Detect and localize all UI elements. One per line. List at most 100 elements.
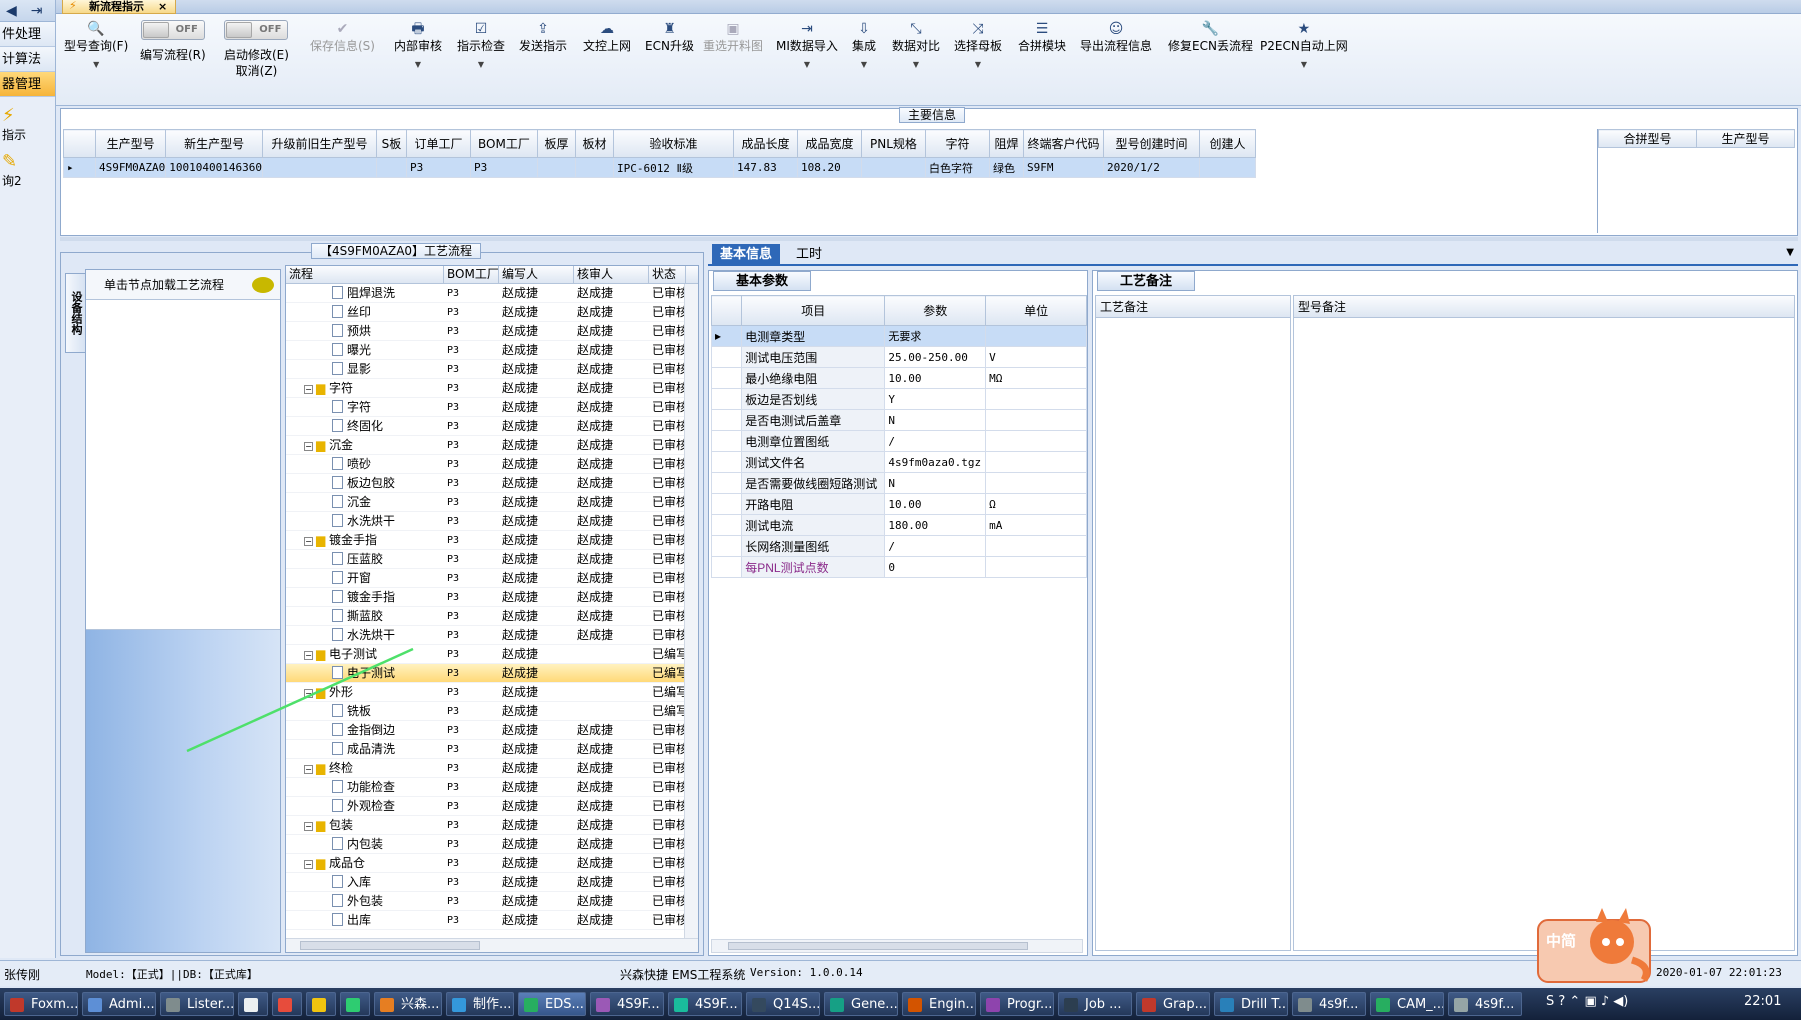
login-arrow-icon[interactable]: ⇥ (31, 3, 43, 19)
main-col-header[interactable]: 阻焊 (988, 129, 1024, 158)
main-cell[interactable]: 2020/1/2 (1102, 157, 1200, 178)
tree-group-node[interactable]: − ▆ 沉金 (304, 436, 353, 454)
taskbar-item[interactable]: Engin... (902, 992, 976, 1016)
tree-group-node[interactable]: − ▆ 字符 (304, 379, 353, 397)
param-row[interactable]: 测试文件名 4s9fm0aza0.tgz (710, 451, 1087, 473)
tree-row[interactable]: 丝印 P3 赵成捷 赵成捷 已审核 (286, 303, 698, 322)
taskbar-item[interactable]: CAM_... (1370, 992, 1444, 1016)
taskbar-item[interactable]: Q14S... (746, 992, 820, 1016)
main-col-header[interactable]: 验收标准 (612, 129, 734, 158)
main-cell[interactable] (261, 157, 377, 178)
main-col-header[interactable]: 板材 (574, 129, 614, 158)
tree-row[interactable]: 出库 P3 赵成捷 赵成捷 已审核 (286, 911, 698, 930)
tree-row[interactable]: 开窗 P3 赵成捷 赵成捷 已审核 (286, 569, 698, 588)
chevron-down-icon[interactable]: ▼ (394, 60, 442, 69)
select-mother-board-button[interactable]: ⤨ 选择母板 ▼ (954, 20, 1002, 69)
panel-splitter[interactable] (60, 237, 1798, 241)
tree-leaf-node[interactable]: 沉金 (332, 493, 371, 511)
tree-row[interactable]: 水洗烘干 P3 赵成捷 赵成捷 已审核 (286, 512, 698, 531)
tree-row[interactable]: 内包装 P3 赵成捷 赵成捷 已审核 (286, 835, 698, 854)
tree-leaf-node[interactable]: 阻焊退洗 (332, 284, 395, 302)
param-value[interactable]: N (884, 472, 987, 494)
tree-row[interactable]: 外观检查 P3 赵成捷 赵成捷 已审核 (286, 797, 698, 816)
tree-leaf-node[interactable]: 内包装 (332, 835, 383, 853)
row-selector[interactable] (710, 367, 743, 389)
main-col-header[interactable]: 字符 (924, 129, 990, 158)
collapse-icon[interactable]: − (304, 442, 313, 451)
main-cell[interactable] (375, 157, 407, 178)
tree-row[interactable]: − ▆ 包装 P3 赵成捷 赵成捷 已审核 (286, 816, 698, 835)
main-col-header[interactable]: 创建人 (1198, 129, 1256, 158)
main-col-header[interactable]: 成品宽度 (796, 129, 862, 158)
tree-leaf-node[interactable]: 曝光 (332, 341, 371, 359)
param-value[interactable]: 4s9fm0aza0.tgz (884, 451, 987, 473)
tab-new-process[interactable]: ⚡ 新流程指示 × (62, 0, 177, 14)
taskbar-item[interactable]: 4S9F... (590, 992, 664, 1016)
toggle-switch[interactable]: OFF (140, 20, 205, 40)
tree-row[interactable]: 喷砂 P3 赵成捷 赵成捷 已审核 (286, 455, 698, 474)
collapse-icon[interactable]: − (304, 385, 313, 394)
start-modify-toggle[interactable]: OFF 启动修改(E) 取消(Z) (224, 20, 289, 79)
tree-leaf-node[interactable]: 开窗 (332, 569, 371, 587)
tree-row[interactable]: − ▆ 镀金手指 P3 赵成捷 赵成捷 已审核 (286, 531, 698, 550)
tray-icons[interactable]: S ? ⌃ ▣ ♪ ◀) (1546, 994, 1628, 1009)
param-row[interactable]: 是否电测试后盖章 N (710, 409, 1087, 431)
tree-group-node[interactable]: − ▆ 成品仓 (304, 854, 365, 872)
main-cell[interactable]: 108.20 (796, 157, 862, 178)
col-status-header[interactable]: 状态 (649, 266, 686, 283)
main-col-header[interactable]: 板厚 (536, 129, 576, 158)
col-writer-header[interactable]: 编写人 (499, 266, 574, 283)
param-row[interactable]: 测试电压范围 25.00-250.00 V (710, 346, 1087, 368)
taskbar-item[interactable]: Job ... (1058, 992, 1132, 1016)
main-cell[interactable] (536, 157, 576, 178)
tree-leaf-node[interactable]: 出库 (332, 911, 371, 929)
tree-row[interactable]: 入库 P3 赵成捷 赵成捷 已审核 (286, 873, 698, 892)
taskbar-item[interactable]: Admi... (82, 992, 156, 1016)
model-remark-column[interactable]: 型号备注 (1293, 295, 1795, 951)
tab-basic-info[interactable]: 基本信息 (712, 244, 781, 266)
taskbar-item[interactable]: 4s9f... (1448, 992, 1522, 1016)
vertical-scrollbar[interactable] (684, 284, 698, 938)
horizontal-scrollbar[interactable] (286, 938, 698, 952)
main-cell[interactable] (574, 157, 614, 178)
row-selector[interactable] (710, 430, 743, 452)
row-selector[interactable] (710, 346, 743, 368)
main-cell[interactable]: P3 (405, 157, 471, 178)
tree-leaf-node[interactable]: 字符 (332, 398, 371, 416)
tree-leaf-node[interactable]: 外观检查 (332, 797, 395, 815)
tree-row[interactable]: 板边包胶 P3 赵成捷 赵成捷 已审核 (286, 474, 698, 493)
chevron-down-icon[interactable]: ▼ (64, 60, 128, 69)
row-selector[interactable] (710, 388, 743, 410)
tree-row[interactable]: 字符 P3 赵成捷 赵成捷 已审核 (286, 398, 698, 417)
row-selector[interactable] (710, 493, 743, 515)
tree-row[interactable]: 终固化 P3 赵成捷 赵成捷 已审核 (286, 417, 698, 436)
tree-row[interactable]: 阻焊退洗 P3 赵成捷 赵成捷 已审核 (286, 284, 698, 303)
tree-leaf-node[interactable]: 水洗烘干 (332, 512, 395, 530)
taskbar-item[interactable] (340, 992, 370, 1016)
combined-model-header[interactable]: 合拼型号 (1598, 129, 1697, 148)
param-value[interactable]: 180.00 (884, 514, 987, 536)
taskbar-item[interactable]: Foxm... (4, 992, 78, 1016)
horizontal-scrollbar[interactable] (711, 939, 1083, 953)
instruction-check-button[interactable]: ☑ 指示检查 ▼ (457, 20, 505, 69)
param-row[interactable]: 开路电阻 10.00 Ω (710, 493, 1087, 515)
tree-leaf-node[interactable]: 功能检查 (332, 778, 395, 796)
tree-row[interactable]: 压蓝胶 P3 赵成捷 赵成捷 已审核 (286, 550, 698, 569)
device-structure-tab[interactable]: 设备结构 (65, 273, 85, 353)
integrate-button[interactable]: ⇩ 集成 ▼ (852, 20, 876, 69)
chevron-down-icon[interactable]: ▼ (776, 60, 838, 69)
tree-row[interactable]: − ▆ 沉金 P3 赵成捷 赵成捷 已审核 (286, 436, 698, 455)
back-arrow-icon[interactable]: ◀ (6, 3, 17, 19)
param-value[interactable]: 0 (884, 556, 987, 578)
taskbar-item[interactable]: 4s9f... (1292, 992, 1366, 1016)
taskbar-item[interactable]: Gene... (824, 992, 898, 1016)
ecn-upgrade-button[interactable]: ♜ ECN升级 (645, 20, 694, 54)
param-value[interactable]: N (884, 409, 987, 431)
param-value[interactable]: 25.00-250.00 (884, 346, 987, 368)
taskbar-item[interactable]: 4S9F... (668, 992, 742, 1016)
col-item-header[interactable]: 项目 (741, 295, 886, 326)
internal-review-button[interactable]: 🖶 内部审核 ▼ (394, 20, 442, 69)
param-value[interactable]: / (884, 535, 987, 557)
tree-leaf-node[interactable]: 终固化 (332, 417, 383, 435)
main-cell[interactable]: P3 (469, 157, 538, 178)
